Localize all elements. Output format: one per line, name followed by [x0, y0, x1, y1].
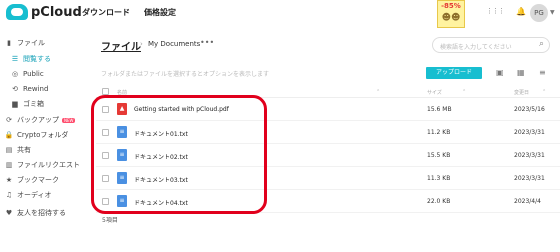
breadcrumb-current: My Documents: [148, 40, 201, 48]
annotation-highlight-box: [91, 95, 267, 214]
sidebar-item-label: 閲覧する: [23, 55, 51, 63]
file-size: 15.6 MB: [427, 106, 452, 113]
sidebar-item-audio[interactable]: ♫ オーディオ: [4, 189, 52, 201]
backup-icon: ⟳: [6, 116, 12, 124]
file-size: 11.2 KB: [427, 129, 451, 136]
breadcrumb-root[interactable]: ファイル: [101, 38, 141, 53]
file-size: 15.5 KB: [427, 152, 451, 159]
search-input[interactable]: 検索語を入力してください ⌕: [432, 37, 550, 53]
sidebar-item-label: Cryptoフォルダ: [17, 131, 69, 139]
new-folder-icon[interactable]: ▣: [496, 68, 504, 77]
sidebar-item-label: 友人を招待する: [17, 209, 66, 217]
sidebar: ▮ ファイル ☰ 閲覧する ◎ Public ⟲ Rewind ▆ ゴミ箱 ⟳ …: [0, 34, 88, 252]
search-placeholder: 検索語を入力してください: [440, 44, 512, 51]
sidebar-item-rewind[interactable]: ⟲ Rewind: [10, 83, 48, 95]
file-icon: ▮: [7, 39, 11, 47]
file-date: 2023/3/31: [514, 152, 545, 159]
sidebar-item-bookmarks[interactable]: ★ ブックマーク: [4, 174, 59, 186]
file-date: 2023/3/31: [514, 175, 545, 182]
sidebar-item-label: バックアップ: [17, 116, 59, 124]
trash-icon: ▆: [12, 100, 18, 108]
apps-grid-icon[interactable]: ⋮⋮⋮: [486, 7, 505, 16]
logo-text: pCloud: [31, 4, 82, 20]
avatar[interactable]: PG: [530, 4, 548, 22]
sidebar-item-backup[interactable]: ⟳ バックアップ NEW: [4, 114, 76, 126]
sidebar-item-label: Public: [23, 70, 44, 78]
sidebar-item-label: Rewind: [23, 85, 49, 93]
sidebar-item-invite[interactable]: ♥ 友人を招待する: [4, 207, 66, 219]
sidebar-item-crypto[interactable]: 🔒 Cryptoフォルダ: [4, 129, 69, 141]
item-count: 5項目: [102, 217, 118, 224]
sidebar-item-browse[interactable]: ☰ 閲覧する: [10, 53, 51, 65]
upload-button[interactable]: アップロード: [426, 67, 482, 79]
sidebar-item-label: ファイル: [17, 39, 45, 47]
gift-icon: ♥: [5, 209, 13, 217]
notification-bell-icon[interactable]: 🔔: [516, 7, 526, 16]
nav-download[interactable]: ダウンロード: [82, 7, 130, 18]
file-size: 22.0 KB: [427, 198, 451, 205]
sidebar-item-trash[interactable]: ▆ ゴミ箱: [10, 98, 44, 110]
sort-caret-icon[interactable]: ⌃: [462, 89, 466, 95]
shared-icon: ▤: [5, 146, 13, 154]
file-date: 2023/3/31: [514, 129, 545, 136]
sidebar-item-label: オーディオ: [17, 191, 52, 199]
star-icon: ★: [5, 176, 13, 184]
promo-banner[interactable]: -85% ☻☻: [437, 0, 465, 28]
breadcrumb-separator: ›: [140, 40, 143, 48]
sidebar-item-label: ファイルリクエスト: [17, 161, 80, 169]
promo-percent: -85%: [441, 2, 461, 10]
headphones-icon: ♫: [5, 191, 13, 199]
sidebar-item-public[interactable]: ◎ Public: [10, 68, 44, 80]
promo-faces-icon: ☻☻: [441, 13, 461, 23]
sidebar-item-label: ブックマーク: [17, 176, 59, 184]
grid-view-icon[interactable]: ▦: [517, 68, 525, 77]
rewind-icon: ⟲: [12, 85, 18, 93]
new-badge: NEW: [62, 117, 76, 123]
more-options-icon[interactable]: •••: [200, 38, 214, 47]
top-nav: ダウンロード 価格設定: [82, 7, 176, 18]
file-size: 11.3 KB: [427, 175, 451, 182]
file-date: 2023/4/4: [514, 198, 541, 205]
nav-pricing[interactable]: 価格設定: [144, 7, 176, 18]
sidebar-item-label: ゴミ箱: [23, 100, 44, 108]
chevron-down-icon[interactable]: ▼: [550, 9, 555, 16]
file-date: 2023/5/16: [514, 106, 545, 113]
sort-icon[interactable]: ≡: [539, 68, 546, 77]
globe-icon: ◎: [11, 70, 19, 78]
top-icons: ⋮⋮⋮ 🔔 ?: [486, 7, 526, 16]
file-request-icon: ▥: [5, 161, 13, 169]
pcloud-logo[interactable]: pCloud: [6, 4, 82, 20]
column-modified[interactable]: 変更日: [514, 89, 529, 96]
sidebar-item-shared[interactable]: ▤ 共有: [4, 144, 31, 156]
column-size[interactable]: サイズ: [427, 89, 442, 96]
list-icon: ☰: [11, 55, 19, 63]
sort-caret-icon[interactable]: ⌃: [542, 89, 546, 95]
search-icon[interactable]: ⌕: [539, 39, 544, 49]
sort-caret-icon[interactable]: ⌃: [376, 89, 380, 95]
select-all-checkbox[interactable]: [102, 88, 109, 95]
top-bar: pCloud ダウンロード 価格設定 -85% ☻☻ ⋮⋮⋮ 🔔 ? PG ▼: [0, 0, 560, 28]
sidebar-item-files[interactable]: ▮ ファイル: [4, 37, 45, 49]
sidebar-item-file-requests[interactable]: ▥ ファイルリクエスト: [4, 159, 80, 171]
sidebar-item-label: 共有: [17, 146, 31, 154]
lock-icon: 🔒: [4, 131, 14, 139]
selection-hint: フォルダまたはファイルを選択するとオプションを表示します: [101, 71, 270, 78]
cloud-logo-icon: [6, 4, 28, 20]
